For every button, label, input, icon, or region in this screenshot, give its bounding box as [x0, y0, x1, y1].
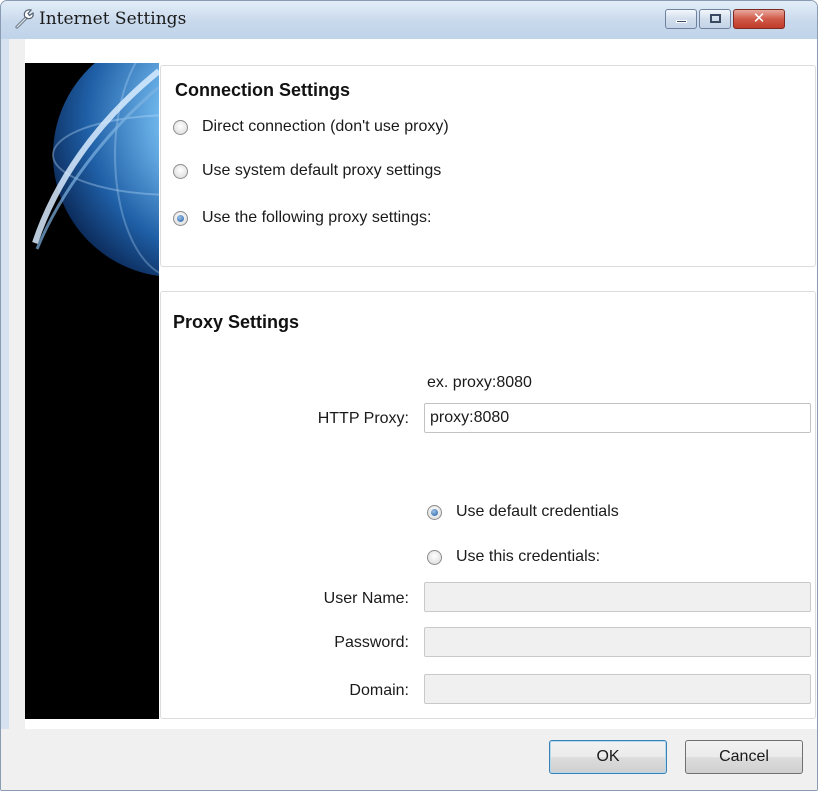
radio-label: Use this credentials:: [456, 548, 601, 565]
ok-button[interactable]: OK: [549, 740, 667, 774]
maximize-button[interactable]: [699, 9, 731, 29]
radio-default-credentials[interactable]: Use default credentials: [427, 503, 619, 521]
domain-label: Domain:: [349, 682, 409, 699]
radio-button[interactable]: [427, 549, 442, 565]
radio-button[interactable]: [173, 163, 188, 179]
domain-input[interactable]: [424, 674, 811, 704]
radio-button[interactable]: [173, 210, 188, 226]
http-proxy-label: HTTP Proxy:: [317, 410, 409, 427]
minimize-button[interactable]: [665, 9, 697, 29]
radio-this-credentials[interactable]: Use this credentials:: [427, 548, 600, 566]
close-icon: ✕: [752, 9, 766, 27]
radio-following-proxy[interactable]: Use the following proxy settings:: [173, 209, 431, 227]
close-button[interactable]: ✕: [733, 9, 785, 29]
minimize-icon: [676, 20, 687, 23]
user-name-label: User Name:: [323, 590, 409, 607]
http-proxy-hint: ex. proxy:8080: [427, 374, 532, 391]
radio-label: Use system default proxy settings: [202, 162, 442, 179]
radio-label: Use the following proxy settings:: [202, 209, 432, 226]
connection-settings-group: Connection Settings Direct connection (d…: [160, 65, 816, 267]
proxy-settings-group: Proxy Settings ex. proxy:8080 HTTP Proxy…: [160, 291, 816, 719]
window-title: Internet Settings: [39, 9, 187, 29]
user-name-input[interactable]: [424, 582, 811, 612]
dialog-client-area: Connection Settings Direct connection (d…: [9, 39, 817, 729]
title-bar[interactable]: Internet Settings ✕: [1, 1, 817, 39]
globe-banner-image: [25, 63, 159, 719]
internet-settings-window: Internet Settings ✕ Connection Settings …: [0, 0, 818, 791]
radio-direct-connection[interactable]: Direct connection (don't use proxy): [173, 118, 449, 136]
radio-button[interactable]: [173, 119, 188, 135]
radio-button[interactable]: [427, 504, 442, 520]
http-proxy-input[interactable]: [424, 403, 811, 433]
connection-settings-title: Connection Settings: [175, 80, 350, 100]
password-input[interactable]: [424, 627, 811, 657]
maximize-icon: [710, 14, 721, 23]
password-label: Password:: [334, 634, 409, 651]
wrench-icon: [15, 9, 34, 29]
radio-label: Use default credentials: [456, 503, 619, 520]
radio-system-default-proxy[interactable]: Use system default proxy settings: [173, 162, 441, 180]
proxy-settings-title: Proxy Settings: [173, 312, 300, 332]
radio-label: Direct connection (don't use proxy): [202, 118, 449, 135]
globe-icon: [32, 63, 159, 276]
cancel-button[interactable]: Cancel: [685, 740, 803, 774]
